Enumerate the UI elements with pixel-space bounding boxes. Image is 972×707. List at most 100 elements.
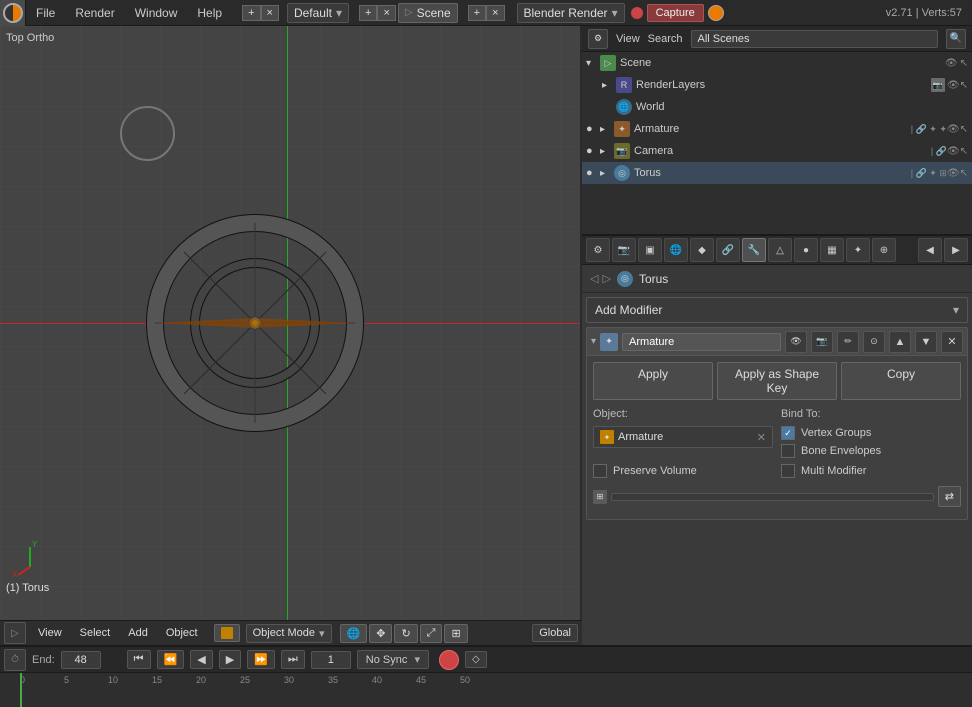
scale-icon[interactable]: ⤢ — [420, 624, 443, 643]
mode-selector[interactable]: Object Mode ▾ — [246, 624, 332, 643]
outliner-armature-item[interactable]: ● ▸ ✦ Armature | 🔗 ✦ ✦ 👁 ↖ — [582, 118, 972, 140]
tick-35: 35 — [328, 675, 372, 685]
apply-shape-button[interactable]: Apply as Shape Key — [717, 362, 837, 400]
rotate-icon[interactable]: ↻ — [394, 624, 417, 643]
bottom-view-menu[interactable]: View — [32, 625, 68, 641]
timeline-next-frame[interactable]: ⏩ — [247, 650, 275, 669]
render-plus[interactable]: + — [468, 5, 486, 21]
prop-next-btn[interactable]: ▶ — [944, 238, 968, 262]
object-clear-btn[interactable]: ✕ — [757, 431, 766, 444]
prop-tab-material[interactable]: ● — [794, 238, 818, 262]
modifier-name-input[interactable] — [622, 333, 781, 351]
outliner-view-btn[interactable]: ⚙ — [588, 29, 608, 49]
timeline-skip-end[interactable]: ⏭ — [281, 650, 305, 669]
add-modifier-button[interactable]: Add Modifier ▾ — [586, 297, 968, 323]
preserve-volume-checkbox[interactable] — [593, 464, 607, 478]
timeline-record-btn[interactable] — [439, 650, 459, 670]
scene-name: Scene — [620, 57, 945, 69]
viewport-column: Top Ortho — [0, 26, 582, 645]
prop-tab-texture[interactable]: ▦ — [820, 238, 844, 262]
apply-button[interactable]: Apply — [593, 362, 713, 400]
arm-icons: | 🔗 ✦ ✦ — [911, 124, 947, 135]
object-input[interactable]: ✦ Armature ✕ — [593, 426, 773, 448]
prop-tab-render[interactable]: 📷 — [612, 238, 636, 262]
bone-envelopes-row: Bone Envelopes — [781, 444, 961, 458]
workspace-minus[interactable]: × — [261, 5, 279, 21]
outliner-all-scenes[interactable]: All Scenes — [691, 30, 938, 48]
scene-plus[interactable]: + — [359, 5, 377, 21]
copy-button[interactable]: Copy — [841, 362, 961, 400]
render-plus-minus[interactable]: + × — [468, 5, 505, 21]
arm-cursor: ↖ — [960, 124, 968, 135]
timeline-play-reverse[interactable]: ◀ — [190, 650, 212, 669]
outliner-search-label[interactable]: Search — [648, 33, 683, 45]
mod-edit-icon[interactable]: ✏ — [837, 331, 859, 353]
swap-button[interactable]: ⇄ — [938, 486, 961, 507]
outliner-world-item[interactable]: 🌐 World — [582, 96, 972, 118]
outliner-renderlayers-item[interactable]: ▸ R RenderLayers 📷 👁 ↖ — [582, 74, 972, 96]
prop-tab-particles[interactable]: ✦ — [846, 238, 870, 262]
outliner-search-btn[interactable]: 🔍 — [946, 29, 966, 49]
viewport-icon: ▷ — [4, 622, 26, 644]
blender-logo[interactable] — [0, 0, 26, 26]
menu-file[interactable]: File — [26, 2, 65, 24]
prop-tab-scene[interactable]: ⚙ — [586, 238, 610, 262]
mod-cage-icon[interactable]: ⊙ — [863, 331, 885, 353]
prop-tab-modifier[interactable]: 🔧 — [742, 238, 766, 262]
mod-realtime-icon[interactable]: 👁 — [785, 331, 807, 353]
capture-button[interactable]: Capture — [647, 4, 704, 22]
mod-down-icon[interactable]: ▼ — [915, 331, 937, 353]
vertex-group-input[interactable] — [611, 493, 934, 501]
bottom-select-menu[interactable]: Select — [74, 625, 117, 641]
prop-tab-data[interactable]: △ — [768, 238, 792, 262]
prop-prev-btn[interactable]: ◀ — [918, 238, 942, 262]
scene-minus[interactable]: × — [377, 5, 395, 21]
multi-modifier-checkbox[interactable] — [781, 464, 795, 478]
prop-tab-object[interactable]: ◆ — [690, 238, 714, 262]
timeline-prev-frame[interactable]: ⏪ — [157, 650, 185, 669]
modifier-expand-icon[interactable]: ▾ — [591, 336, 596, 347]
bottom-add-menu[interactable]: Add — [122, 625, 154, 641]
bone-envelopes-checkbox[interactable] — [781, 444, 795, 458]
workspace-plus-minus[interactable]: + × — [242, 5, 279, 21]
menu-help[interactable]: Help — [187, 2, 232, 24]
modifier-buttons-row: Apply Apply as Shape Key Copy — [593, 362, 961, 400]
prop-tab-layers[interactable]: ▣ — [638, 238, 662, 262]
outliner-scene-item[interactable]: ▾ ▷ Scene 👁 ↖ — [582, 52, 972, 74]
scene-icon: ▷ — [405, 7, 413, 18]
timeline-frame-field[interactable]: 1 — [311, 651, 351, 669]
bottom-object-menu[interactable]: Object — [160, 625, 204, 641]
viewport[interactable]: Top Ortho — [0, 26, 582, 620]
prop-nav-buttons: ◀ ▶ — [918, 238, 968, 262]
timeline-end-field[interactable]: 48 — [61, 651, 101, 669]
timeline-sync-selector[interactable]: No Sync ▾ — [357, 650, 429, 669]
outliner-view-label[interactable]: View — [616, 33, 640, 45]
tick-40: 40 — [372, 675, 416, 685]
outliner-torus-item[interactable]: ● ▸ ◎ Torus | 🔗 ✦ ⊞ 👁 ↖ — [582, 162, 972, 184]
timeline-ruler: 0 5 10 15 20 25 30 35 40 45 50 — [0, 673, 972, 685]
timeline-keyframe-btn[interactable]: ◇ — [465, 651, 487, 668]
menu-window[interactable]: Window — [125, 2, 188, 24]
outliner-camera-item[interactable]: ● ▸ 📷 Camera | 🔗 👁 ↖ — [582, 140, 972, 162]
mod-render-icon[interactable]: 📷 — [811, 331, 833, 353]
mod-up-icon[interactable]: ▲ — [889, 331, 911, 353]
timeline-content[interactable]: 0 5 10 15 20 25 30 35 40 45 50 — [0, 673, 972, 707]
render-engine-selector[interactable]: Blender Render ▾ — [517, 3, 625, 23]
workspace-selector[interactable]: Default ▾ — [287, 3, 349, 23]
vertex-groups-checkbox[interactable] — [781, 426, 795, 440]
prop-tab-constraints[interactable]: 🔗 — [716, 238, 740, 262]
prop-tab-world[interactable]: 🌐 — [664, 238, 688, 262]
timeline-skip-start[interactable]: ⏮ — [127, 650, 151, 669]
transform-icon[interactable]: ⊞ — [444, 624, 467, 643]
prop-tab-physics[interactable]: ⊕ — [872, 238, 896, 262]
move-icon[interactable]: ✥ — [369, 624, 392, 643]
timeline-play[interactable]: ▶ — [219, 650, 241, 669]
render-minus[interactable]: × — [486, 5, 504, 21]
scene-plus-minus[interactable]: + × — [359, 5, 396, 21]
mod-delete-icon[interactable]: ✕ — [941, 331, 963, 353]
torus-cursor: ↖ — [960, 168, 968, 179]
workspace-plus[interactable]: + — [242, 5, 260, 21]
menu-render[interactable]: Render — [65, 2, 124, 24]
global-selector[interactable]: Global — [532, 624, 578, 642]
globe-icon[interactable]: 🌐 — [340, 624, 368, 643]
